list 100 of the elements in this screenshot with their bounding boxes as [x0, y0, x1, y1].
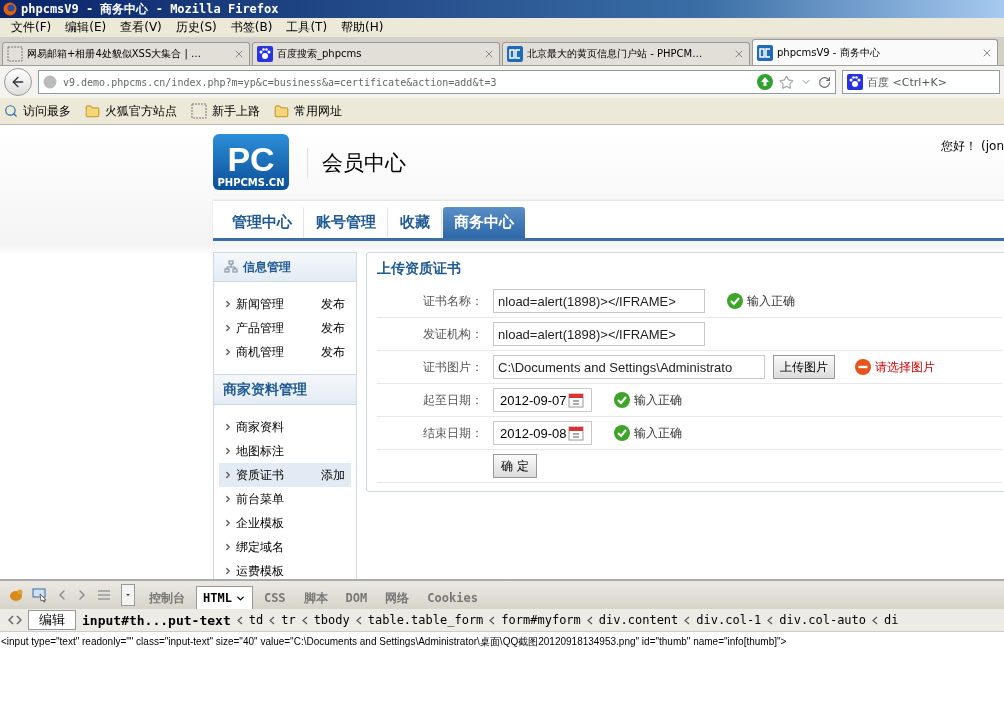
sidebar-item[interactable]: 前台菜单 — [219, 487, 352, 511]
menu-item[interactable]: 文件(F) — [4, 19, 59, 36]
chevron-icon — [223, 518, 233, 528]
bookmark[interactable]: 火狐官方站点 — [85, 102, 177, 120]
separator-icon — [301, 615, 308, 625]
check-icon — [727, 293, 744, 309]
check-icon — [614, 392, 631, 408]
bookmark[interactable]: 访问最多 — [4, 102, 71, 120]
separator-icon — [236, 615, 243, 625]
menu-item[interactable]: 工具(T) — [279, 19, 335, 36]
tab-title: 网易邮箱+相册4处貌似XSS大集合 | … — [27, 47, 202, 61]
menu-item[interactable]: 历史(S) — [168, 19, 224, 36]
search-field[interactable]: 百度 <Ctrl+K> — [842, 70, 1000, 94]
search-icon — [4, 104, 18, 118]
panel-tab[interactable]: HTML — [196, 586, 253, 609]
calendar-icon — [567, 392, 584, 408]
action-link[interactable]: 发布 — [321, 319, 346, 337]
menu-item[interactable]: 书签(B) — [223, 19, 280, 36]
logo: PC PHPCMS.CN — [213, 134, 289, 190]
chevron-icon — [223, 347, 233, 357]
breadcrumb-item[interactable]: input#th...put-text — [82, 612, 231, 628]
sidebar-item[interactable]: 资质证书 添加 — [219, 463, 352, 487]
edit-button[interactable]: 编辑 — [28, 610, 76, 630]
browser-tab[interactable]: 百度搜索_phpcms — [252, 42, 500, 65]
sidebar-item[interactable]: 产品管理 发布 — [219, 316, 352, 340]
date-field[interactable]: 2012-09-08 — [493, 421, 593, 445]
back-button[interactable] — [4, 68, 32, 96]
date-field[interactable]: 2012-09-07 — [493, 388, 593, 412]
paw-icon — [257, 46, 273, 62]
menu-item[interactable]: 编辑(E) — [58, 19, 114, 36]
paw-icon — [847, 74, 863, 90]
window-title: phpcmsV9 - 商务中心 - Mozilla Firefox — [21, 0, 279, 18]
minus-icon — [855, 359, 872, 375]
input-field[interactable]: nload=alert(1898)></IFRAME> — [493, 322, 706, 346]
close-icon[interactable] — [233, 48, 245, 60]
breadcrumb-item[interactable]: div.col-1 — [696, 613, 762, 627]
breadcrumb-item[interactable]: table.table_form — [367, 613, 484, 627]
expand-icon[interactable] — [8, 614, 22, 626]
status-message: 输入正确 — [614, 391, 683, 409]
site-title: 会员中心 — [307, 148, 406, 178]
html-source: <input type="text" readonly="" class="input-text" size="40" value="C:\Documents and Settings\Administrator\桌面\QQ截图20120918134953.png" id="thumb" name="info[thumb]"> — [0, 635, 788, 649]
sidebar-item[interactable]: 绑定域名 — [219, 535, 352, 559]
nav-tab[interactable]: 管理中心 — [221, 207, 304, 238]
close-icon[interactable] — [483, 48, 495, 60]
status-message: 请选择图片 — [855, 358, 936, 376]
field-label: 发证机构： — [422, 325, 485, 343]
input-field[interactable]: nload=alert(1898)></IFRAME> — [493, 289, 706, 313]
menu-item[interactable]: 查看(V) — [113, 19, 169, 36]
nav-tab[interactable]: 账号管理 — [305, 207, 388, 238]
sidebar-item[interactable]: 商机管理 发布 — [219, 340, 352, 364]
breadcrumb-item[interactable]: tbody — [313, 613, 350, 627]
nav-tab[interactable]: 收藏 — [389, 207, 442, 238]
input-field[interactable]: C:\Documents and Settings\Administrato — [493, 355, 766, 379]
separator-icon — [872, 615, 879, 625]
action-link[interactable]: 添加 — [321, 466, 346, 484]
browser-tab[interactable]: 北京最大的黄页信息门户站 - PHPCM… — [502, 42, 750, 65]
check-icon — [614, 425, 631, 441]
go-icon[interactable] — [757, 74, 773, 90]
sidebar-item[interactable]: 企业模板 — [219, 511, 352, 535]
sidebar-item[interactable]: 地图标注 — [219, 439, 352, 463]
browser-tab[interactable]: phpcmsV9 - 商务中心 — [752, 39, 998, 65]
field-label: 结束日期： — [422, 424, 485, 442]
chevron-icon — [223, 422, 233, 432]
breadcrumb-item[interactable]: form#myform — [501, 613, 581, 627]
browser-tab[interactable]: 网易邮箱+相册4处貌似XSS大集合 | … — [2, 42, 250, 65]
address-field[interactable]: v9.demo.phpcms.cn/index.php?m=yp&c=business&a=certificate&action=add&t=3 — [38, 70, 836, 94]
browser-icon — [3, 2, 17, 16]
section-header: 商家资料管理 — [214, 374, 357, 405]
bookmark[interactable]: 新手上路 — [191, 102, 260, 120]
tab-title: 百度搜索_phpcms — [277, 47, 363, 61]
submit-button[interactable]: 确 定 — [493, 454, 537, 478]
dropdown-icon[interactable] — [118, 585, 138, 605]
separator-icon — [586, 615, 593, 625]
menu-item[interactable]: 帮助(H) — [334, 19, 391, 36]
separator-icon — [269, 615, 276, 625]
bookmark[interactable]: 常用网址 — [274, 102, 342, 120]
sidebar-item[interactable]: 新闻管理 发布 — [219, 292, 352, 316]
action-link[interactable]: 发布 — [321, 295, 346, 313]
breadcrumb-item[interactable]: td — [248, 613, 264, 627]
reload-icon[interactable] — [818, 75, 831, 89]
globe-icon — [43, 75, 57, 89]
field-label: 证书图片： — [422, 358, 485, 376]
chevron-icon — [223, 323, 233, 333]
chevron-icon — [223, 470, 233, 480]
upload-button[interactable]: 上传图片 — [773, 355, 836, 379]
action-link[interactable]: 发布 — [321, 343, 346, 361]
breadcrumb-item[interactable]: div.col-auto — [779, 613, 867, 627]
nav-tab[interactable]: 商务中心 — [443, 207, 525, 238]
breadcrumb-item[interactable]: di — [884, 613, 899, 627]
separator-icon — [355, 615, 362, 625]
close-icon[interactable] — [733, 48, 745, 60]
section-header: 信息管理 — [214, 253, 357, 282]
breadcrumb-item[interactable]: tr — [281, 613, 296, 627]
sidebar-item[interactable]: 运费模板 — [219, 559, 352, 579]
chevron-icon — [223, 542, 233, 552]
chevron-icon — [223, 299, 233, 309]
star-icon[interactable] — [779, 74, 794, 90]
sidebar-item[interactable]: 商家资料 — [219, 415, 352, 439]
breadcrumb-item[interactable]: div.content — [598, 613, 679, 627]
field-label: 起至日期： — [422, 391, 485, 409]
